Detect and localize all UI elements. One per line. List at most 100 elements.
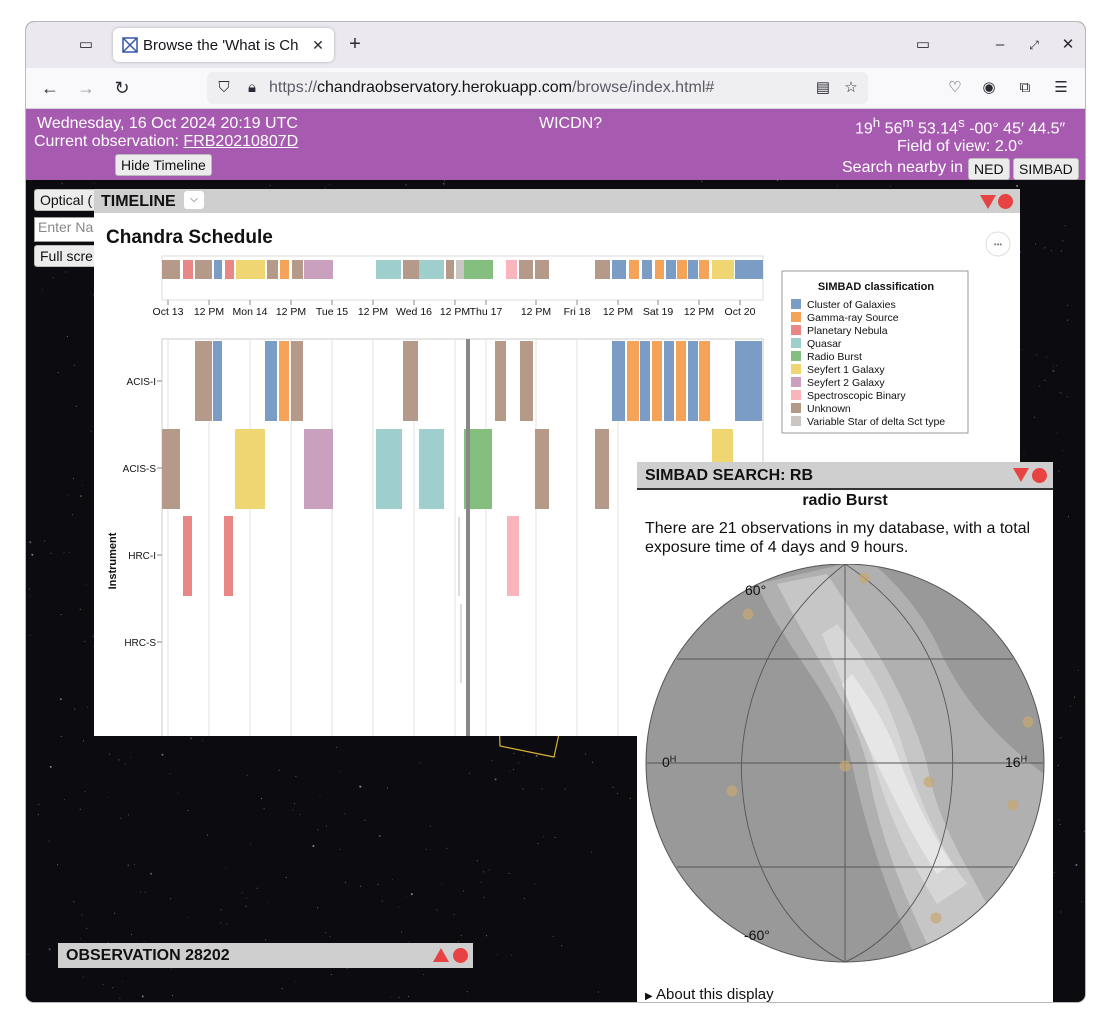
address-bar[interactable]: ⛉ 🔒︎ https://chandraobservatory.herokuap… [207,72,868,104]
observation-bar[interactable] [595,429,609,509]
timeline-title: TIMELINE [101,193,176,210]
observation-bar[interactable] [195,341,212,421]
observation-bar[interactable] [183,516,192,596]
observation-bar[interactable] [735,341,762,421]
observation-dot[interactable] [930,912,942,924]
ned-button[interactable]: NED [968,158,1010,180]
expand-icon[interactable] [433,948,449,962]
legend-swatch [791,377,801,387]
reload-icon[interactable]: ↻ [111,78,133,98]
overview-tick-label: Oct 13 [153,306,184,318]
legend-swatch [791,364,801,374]
minimize-icon[interactable]: – [989,35,1011,55]
overview-bar [712,260,734,279]
observation-bar[interactable] [520,341,533,421]
observation-dot[interactable] [858,572,870,584]
reader-view-icon[interactable]: ▤ [812,78,834,98]
observation-bar[interactable] [627,341,639,421]
observation-dot[interactable] [1007,799,1019,811]
simbad-collapse-icon[interactable] [1013,468,1029,482]
overview-bar [629,260,639,279]
navigation-bar: ← → ↻ ⛉ 🔒︎ https://chandraobservatory.he… [26,68,1085,109]
current-observation-link[interactable]: FRB20210807D [183,133,298,150]
coordinates: 19h 56m 53.14s -00° 45′ 44.5″ [855,115,1066,138]
close-window-icon[interactable]: ✕ [1057,35,1079,55]
simbad-close-icon[interactable] [1032,468,1047,483]
observation-bar[interactable] [495,341,506,421]
field-of-view: Field of view: 2.0° [897,138,1024,155]
latitude-bottom-label: -60° [744,927,770,943]
observation-bar[interactable] [279,341,289,421]
simbad-search-header: SIMBAD SEARCH: RB [637,462,1053,490]
overview-bar [677,260,687,279]
observation-bar[interactable] [612,341,625,421]
about-display-toggle[interactable]: ▶ About this display [645,986,774,1002]
optical-select[interactable]: Optical ( [34,189,102,211]
latitude-top-label: 60° [745,582,766,598]
observation-bar[interactable] [265,341,277,421]
observation-dot[interactable] [923,776,935,788]
close-icon[interactable] [998,194,1013,209]
window-list-icon[interactable]: ▭ [912,35,934,55]
timeline-dropdown-icon[interactable]: ⌵ [184,191,204,209]
observation-bar[interactable] [403,341,418,421]
observation-bar[interactable] [652,341,662,421]
wicdn-link[interactable]: WICDN? [539,115,602,133]
observation-bar[interactable] [213,341,222,421]
close-tab-icon[interactable]: ✕ [307,35,329,55]
observation-bar[interactable] [162,429,180,509]
browser-tab[interactable]: Browse the 'What is Ch ✕ [113,28,334,62]
observation-dot[interactable] [1022,716,1034,728]
legend-label: Spectroscopic Binary [807,390,906,402]
legend-swatch [791,299,801,309]
observation-dot[interactable] [726,785,738,797]
name-input[interactable]: Enter Na [34,217,100,242]
observation-bar[interactable] [304,429,333,509]
observation-close-icon[interactable] [453,948,468,963]
observation-bar[interactable] [235,429,265,509]
tab-list-icon[interactable]: ▭ [75,35,97,55]
extensions-icon[interactable]: ⧉ [1014,78,1036,98]
account-icon[interactable]: ◉ [978,78,1000,98]
observation-bar[interactable] [676,341,686,421]
hide-timeline-button[interactable]: Hide Timeline [115,154,212,176]
overview-tick-label: 12 PM [684,306,714,318]
maximize-icon[interactable]: ⤢ [1023,35,1045,55]
chart-menu-icon: ••• [994,240,1003,249]
new-tab-icon[interactable]: + [344,34,366,54]
current-observation-label: Current observation: [34,133,179,150]
overview-tick-label: Wed 16 [396,306,432,318]
observation-bar[interactable] [224,516,233,596]
legend-swatch [791,351,801,361]
menu-icon[interactable]: ☰ [1050,78,1072,98]
simbad-type-title: radio Burst [802,492,888,509]
legend-label: Quasar [807,338,842,350]
overview-tick-label: 12 PM [603,306,633,318]
full-screen-button[interactable]: Full scre [34,245,102,267]
observation-bar[interactable] [376,429,402,509]
overview-bar [612,260,626,279]
observation-dot[interactable] [742,608,754,620]
observation-bar[interactable] [419,429,444,509]
overview-tick-label: 12 PM [358,306,388,318]
collapse-icon[interactable] [980,195,996,209]
observation-bar[interactable] [291,341,303,421]
observation-bar[interactable] [699,341,710,421]
overview-bar [519,260,533,279]
observation-bar[interactable] [688,341,698,421]
bookmark-star-icon[interactable]: ☆ [840,78,862,98]
overview-bar [464,260,493,279]
observation-bar[interactable] [535,429,549,509]
observation-bar[interactable] [664,341,674,421]
observation-bar[interactable] [507,516,519,596]
instrument-label: ACIS-S [123,464,157,475]
back-icon[interactable]: ← [39,78,61,98]
pocket-icon[interactable]: ♡ [944,78,966,98]
forward-icon[interactable]: → [75,78,97,98]
overview-bar [688,260,698,279]
observation-bar[interactable] [640,341,650,421]
simbad-button[interactable]: SIMBAD [1013,158,1079,180]
tab-title: Browse the 'What is Ch [143,37,299,54]
observation-dot[interactable] [839,760,851,772]
declination: -00° 45′ 44.5″ [969,120,1066,138]
